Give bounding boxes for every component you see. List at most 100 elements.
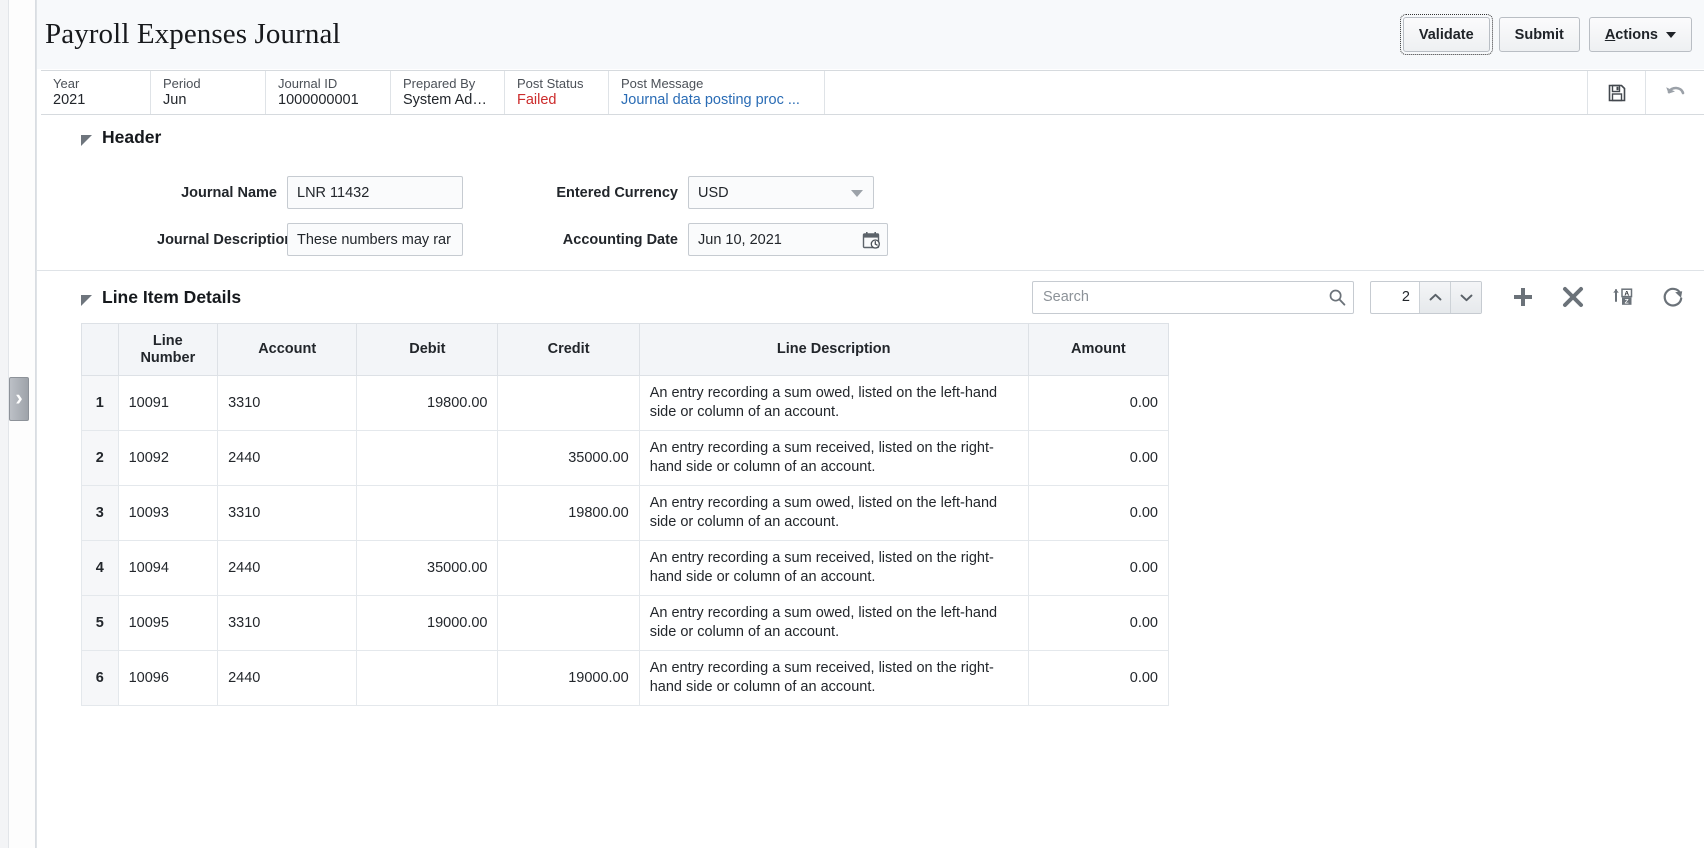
- row-index: 1: [81, 375, 119, 431]
- cell-account[interactable]: 3310: [217, 485, 358, 541]
- chevron-down-icon: [1460, 294, 1472, 301]
- search-button[interactable]: [1328, 288, 1346, 306]
- line-items-table-container[interactable]: Line Number Account Debit Credit Line De…: [37, 323, 1704, 848]
- validate-button[interactable]: Validate: [1399, 14, 1493, 55]
- cell-account[interactable]: 2440: [217, 540, 358, 596]
- cell-credit[interactable]: 19000.00: [497, 650, 640, 706]
- cell-credit[interactable]: [497, 540, 640, 596]
- row-number-spinner[interactable]: 2: [1370, 280, 1482, 314]
- column-header-credit[interactable]: Credit: [497, 323, 640, 376]
- info-strip-spacer: [825, 71, 1588, 114]
- cell-credit[interactable]: 19800.00: [497, 485, 640, 541]
- collapse-line-items-icon[interactable]: [81, 294, 92, 306]
- cell-description[interactable]: An entry recording a sum received, liste…: [638, 650, 1029, 706]
- save-button[interactable]: [1588, 71, 1646, 114]
- cell-account[interactable]: 2440: [217, 650, 358, 706]
- info-key: Journal ID: [278, 76, 338, 91]
- chevron-up-icon: [1429, 293, 1441, 300]
- post-message-link[interactable]: Journal data posting proc ...: [621, 91, 811, 109]
- search-icon: [1329, 289, 1346, 306]
- cell-line-number[interactable]: 10091: [117, 375, 219, 431]
- cell-debit[interactable]: [356, 430, 499, 486]
- cell-amount[interactable]: 0.00: [1027, 650, 1170, 706]
- table-row[interactable]: 4 10094 2440 35000.00 An entry recording…: [81, 540, 1170, 596]
- sort-button[interactable]: A Z: [1598, 277, 1648, 317]
- cell-debit[interactable]: 35000.00: [356, 540, 499, 596]
- calendar-picker-button[interactable]: [855, 224, 887, 255]
- cell-amount[interactable]: 0.00: [1027, 430, 1170, 486]
- header-section: Header Journal Name Journal Description: [37, 115, 1704, 256]
- cell-amount[interactable]: 0.00: [1027, 595, 1170, 651]
- refresh-button[interactable]: [1648, 277, 1698, 317]
- close-x-icon: [1563, 287, 1583, 307]
- expand-left-panel-handle[interactable]: [9, 377, 29, 421]
- column-header-account[interactable]: Account: [217, 323, 358, 376]
- cell-line-number[interactable]: 10096: [117, 650, 219, 706]
- cell-description[interactable]: An entry recording a sum owed, listed on…: [638, 595, 1029, 651]
- cell-line-number[interactable]: 10093: [117, 485, 219, 541]
- plus-icon: [1514, 288, 1532, 306]
- cell-credit[interactable]: 35000.00: [497, 430, 640, 486]
- collapse-header-icon[interactable]: [81, 135, 92, 146]
- add-row-button[interactable]: [1498, 277, 1548, 317]
- table-row[interactable]: 6 10096 2440 19000.00 An entry recording…: [81, 650, 1170, 706]
- journal-description-input[interactable]: [287, 223, 463, 256]
- search-input[interactable]: [1032, 280, 1354, 314]
- cell-amount[interactable]: 0.00: [1027, 540, 1170, 596]
- column-header-line-number[interactable]: Line Number: [117, 323, 219, 376]
- submit-button[interactable]: Submit: [1498, 17, 1580, 52]
- cell-line-number[interactable]: 10095: [117, 595, 219, 651]
- info-key: Year: [53, 76, 80, 91]
- cell-account[interactable]: 2440: [217, 430, 358, 486]
- header-form-left-column: Journal Name Journal Description: [37, 176, 463, 256]
- entered-currency-value[interactable]: [688, 176, 874, 209]
- cell-account[interactable]: 3310: [217, 595, 358, 651]
- actions-accesskey: A: [1604, 26, 1616, 43]
- journal-info-strip: Year 2021 Period Jun Journal ID 10000000…: [41, 70, 1704, 115]
- cell-account[interactable]: 3310: [217, 375, 358, 431]
- cell-debit[interactable]: [356, 650, 499, 706]
- cell-description[interactable]: An entry recording a sum received, liste…: [638, 540, 1029, 596]
- table-body: 1 10091 3310 19800.00 An entry recording…: [81, 375, 1170, 706]
- table-header: Line Number Account Debit Credit Line De…: [81, 323, 1170, 376]
- svg-text:Z: Z: [1625, 299, 1629, 306]
- cell-credit[interactable]: [497, 375, 640, 431]
- cell-credit[interactable]: [497, 595, 640, 651]
- cell-description[interactable]: An entry recording a sum owed, listed on…: [638, 485, 1029, 541]
- journal-name-input[interactable]: [287, 176, 463, 209]
- actions-menu-button[interactable]: Actions: [1588, 17, 1692, 52]
- header-form: Journal Name Journal Description Entered…: [37, 148, 1704, 256]
- entered-currency-row: Entered Currency: [538, 176, 888, 209]
- cell-line-number[interactable]: 10092: [117, 430, 219, 486]
- table-row[interactable]: 5 10095 3310 19000.00 An entry recording…: [81, 595, 1170, 651]
- cell-debit[interactable]: [356, 485, 499, 541]
- spinner-down-button[interactable]: [1450, 281, 1481, 313]
- row-index: 2: [81, 430, 119, 486]
- cell-description[interactable]: An entry recording a sum owed, listed on…: [638, 375, 1029, 431]
- column-header-line-description[interactable]: Line Description: [638, 323, 1029, 376]
- cell-debit[interactable]: 19000.00: [356, 595, 499, 651]
- cell-line-number[interactable]: 10094: [117, 540, 219, 596]
- chevron-down-icon: [1666, 31, 1676, 38]
- rail-strip: [8, 0, 35, 848]
- cell-description[interactable]: An entry recording a sum received, liste…: [638, 430, 1029, 486]
- table-row[interactable]: 3 10093 3310 19800.00 An entry recording…: [81, 485, 1170, 541]
- column-header-amount[interactable]: Amount: [1027, 323, 1170, 376]
- actions-label-rest: ctions: [1615, 26, 1658, 43]
- table-row[interactable]: 2 10092 2440 35000.00 An entry recording…: [81, 430, 1170, 486]
- cell-debit[interactable]: 19800.00: [356, 375, 499, 431]
- column-header-debit[interactable]: Debit: [356, 323, 499, 376]
- journal-name-label: Journal Name: [181, 184, 277, 201]
- entered-currency-select[interactable]: [688, 176, 874, 209]
- sort-az-icon: A Z: [1613, 288, 1633, 306]
- header-section-title-row: Header: [37, 127, 1704, 148]
- table-header-row: Line Number Account Debit Credit Line De…: [81, 323, 1170, 376]
- spinner-up-button[interactable]: [1419, 281, 1450, 313]
- row-index: 3: [81, 485, 119, 541]
- table-row[interactable]: 1 10091 3310 19800.00 An entry recording…: [81, 375, 1170, 431]
- cell-amount[interactable]: 0.00: [1027, 485, 1170, 541]
- row-number-value[interactable]: 2: [1371, 282, 1419, 313]
- undo-button[interactable]: [1646, 71, 1704, 114]
- delete-row-button[interactable]: [1548, 277, 1598, 317]
- cell-amount[interactable]: 0.00: [1027, 375, 1170, 431]
